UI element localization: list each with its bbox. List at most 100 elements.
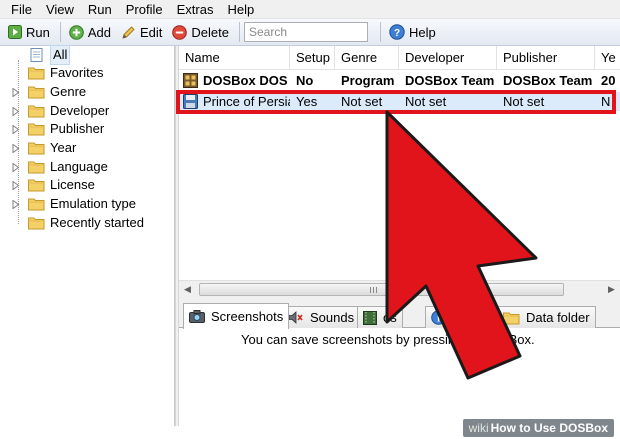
cell-publisher: DOSBox Team (503, 73, 593, 88)
horizontal-scrollbar[interactable]: ◀ ▶ (179, 280, 620, 297)
folder-icon (28, 198, 45, 211)
all-files-icon (30, 48, 43, 62)
expand-icon[interactable] (12, 162, 20, 172)
help-label: Help (408, 24, 436, 40)
toolbar: Run Add Edit Delete ? Help (0, 19, 620, 46)
tab-label: os (383, 310, 397, 325)
highlight-box (176, 90, 616, 114)
folder-icon (28, 179, 45, 192)
delete-icon (172, 24, 188, 40)
scroll-right-icon[interactable]: ▶ (603, 281, 620, 298)
expand-icon[interactable] (12, 124, 20, 134)
pencil-icon (122, 25, 135, 39)
edit-button[interactable]: Edit (117, 21, 166, 43)
tree-item-label: Emulation type (50, 196, 136, 211)
tree-item-emulation-type[interactable]: Emulation type (12, 195, 136, 213)
tree-item-label: Language (50, 159, 108, 174)
expand-icon[interactable] (12, 106, 20, 116)
tab-screenshots[interactable]: Screenshots (183, 303, 290, 329)
run-icon (8, 25, 22, 39)
watermark-title: How to Use DOSBox (490, 421, 608, 435)
add-button[interactable]: Add (65, 21, 115, 43)
tree-item-label: Developer (50, 103, 110, 118)
tree-item-recently-started[interactable]: Recently started (28, 214, 144, 232)
cell-developer: DOSBox Team (405, 73, 495, 88)
tree-item-all[interactable]: All (28, 45, 71, 65)
folder-icon (28, 123, 45, 136)
toolbar-separator (379, 22, 381, 42)
tab-label: Data folder (526, 310, 590, 325)
cell-year: 20 (601, 73, 616, 88)
svg-text:i: i (437, 314, 440, 325)
tree-item-label: Year (50, 140, 77, 155)
scrollbar-thumb[interactable] (199, 283, 564, 296)
folder-icon (503, 312, 520, 324)
details-tabbar: Screenshots Sounds os i Data folder (179, 303, 620, 329)
toolbar-separator (59, 22, 61, 42)
tab-videos[interactable]: os (357, 306, 403, 328)
help-icon: ? (389, 24, 405, 40)
cell-genre: Program (341, 73, 395, 88)
delete-label: Delete (191, 24, 229, 40)
add-label: Add (87, 24, 111, 40)
tab-sounds[interactable]: Sounds (282, 306, 361, 328)
tree-item-genre[interactable]: Genre (12, 83, 86, 101)
run-button[interactable]: Run (4, 21, 54, 43)
cell-name: DOSBox DOS (203, 73, 288, 88)
scroll-left-icon[interactable]: ◀ (179, 281, 196, 298)
menu-help[interactable]: Help (220, 0, 261, 19)
run-label: Run (26, 24, 50, 40)
tab-label: Sounds (310, 310, 355, 325)
delete-button[interactable]: Delete (168, 21, 233, 43)
edit-label: Edit (140, 24, 163, 40)
speaker-icon (288, 311, 303, 324)
menu-view[interactable]: View (39, 0, 81, 19)
tree-item-publisher[interactable]: Publisher (12, 120, 104, 138)
column-header-year[interactable]: Ye (595, 46, 620, 70)
category-tree: All Favorites Genre Developer Publisher … (2, 45, 175, 426)
expand-icon[interactable] (12, 87, 20, 97)
column-header-publisher[interactable]: Publisher (497, 46, 595, 70)
screenshots-panel: You can save screenshots by pressing Ctr… (179, 328, 620, 426)
menu-profile[interactable]: Profile (119, 0, 170, 19)
column-header-name[interactable]: Name (179, 46, 290, 70)
screenshot-hint-text: You can save screenshots by pressing Ctr… (241, 332, 535, 347)
tree-item-label: License (50, 177, 95, 192)
tree-item-label: Favorites (50, 65, 104, 80)
help-button[interactable]: ? Help (385, 21, 440, 43)
menu-file[interactable]: File (4, 0, 39, 19)
tree-item-label: Genre (50, 84, 87, 99)
info-icon: i (431, 310, 446, 325)
folder-icon (28, 161, 45, 174)
column-header-setup[interactable]: Setup (290, 46, 335, 70)
tab-data-folder[interactable]: Data folder (497, 306, 596, 328)
tree-item-favorites[interactable]: Favorites (28, 64, 103, 82)
tree-item-language[interactable]: Language (12, 158, 108, 176)
tree-item-label: Recently started (50, 215, 144, 230)
menu-run[interactable]: Run (81, 0, 119, 19)
tree-item-label: Publisher (50, 121, 105, 136)
film-icon (363, 310, 377, 325)
camera-icon (189, 310, 205, 323)
expand-icon[interactable] (12, 199, 20, 209)
tab-label: Screenshots (211, 309, 284, 324)
tree-item-year[interactable]: Year (12, 139, 76, 157)
tree-item-license[interactable]: License (12, 176, 95, 194)
expand-icon[interactable] (12, 143, 20, 153)
svg-text:?: ? (394, 28, 400, 39)
tab-info[interactable]: i (425, 306, 458, 328)
cell-setup: No (296, 73, 314, 88)
column-header-developer[interactable]: Developer (399, 46, 497, 70)
column-header-genre[interactable]: Genre (335, 46, 399, 70)
folder-icon (28, 217, 45, 230)
folder-icon (28, 105, 45, 118)
tree-item-developer[interactable]: Developer (12, 102, 109, 120)
grid-header: Name Setup Genre Developer Publisher Ye (179, 46, 620, 70)
menu-extras[interactable]: Extras (170, 0, 221, 19)
table-row[interactable]: DOSBox DOS No Program DOSBox Team DOSBox… (179, 71, 620, 90)
watermark-wiki: wiki (468, 421, 489, 435)
expand-icon[interactable] (12, 180, 20, 190)
folder-icon (28, 67, 45, 80)
game-list: Name Setup Genre Developer Publisher Ye … (179, 46, 620, 291)
search-input[interactable] (243, 22, 368, 42)
